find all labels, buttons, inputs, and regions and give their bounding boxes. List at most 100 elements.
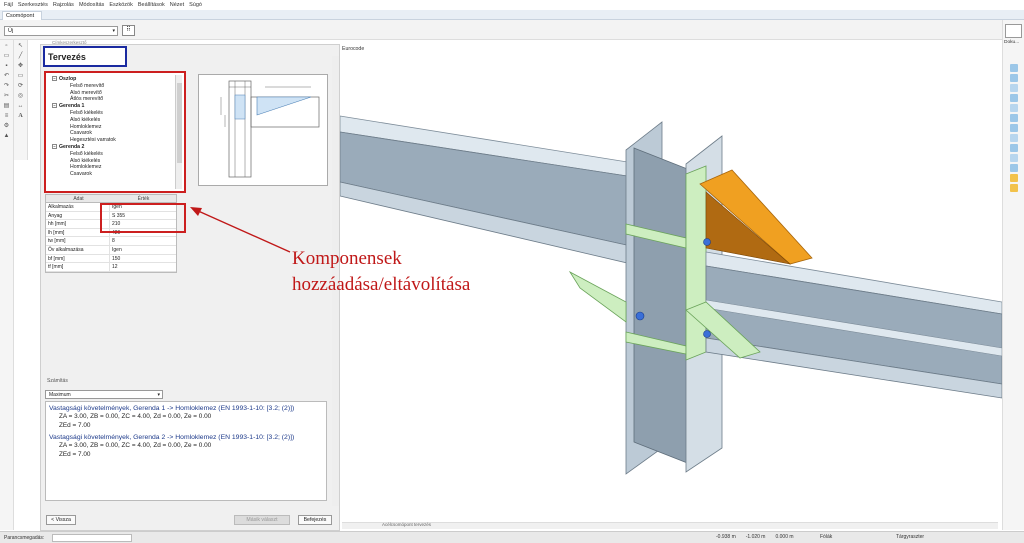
- collapse-icon[interactable]: −: [52, 103, 57, 109]
- command-input[interactable]: [52, 533, 132, 542]
- tree-group[interactable]: − Gerenda 2: [50, 144, 180, 151]
- tree-item-label: Alsó kiékelés: [70, 116, 101, 123]
- tree-item[interactable]: Felső merevítő: [50, 83, 180, 90]
- tree-item[interactable]: Homloklemez: [50, 164, 180, 171]
- measure-icon[interactable]: [1009, 164, 1018, 172]
- pointer-icon[interactable]: ↖: [16, 42, 26, 50]
- snap-toggle[interactable]: Fólák: [820, 534, 832, 540]
- property-value[interactable]: Igen: [110, 246, 176, 254]
- tab-node[interactable]: Csomópont: [2, 11, 42, 20]
- undo-icon[interactable]: ↶: [2, 72, 12, 80]
- tree-item[interactable]: Alsó kiékelés: [50, 117, 180, 124]
- line-icon[interactable]: ╱: [16, 52, 26, 60]
- pan-icon[interactable]: [1009, 94, 1018, 102]
- calc-result-total: ZEd = 7.00: [59, 451, 91, 458]
- folder-icon[interactable]: [1009, 174, 1018, 182]
- rectangle-icon[interactable]: ▭: [16, 72, 26, 80]
- property-value[interactable]: 150: [110, 255, 176, 263]
- table-row[interactable]: tf [mm] 12: [46, 263, 176, 272]
- tree-item-label: Homloklemez: [70, 123, 102, 130]
- table-row[interactable]: bf [mm] 150: [46, 254, 176, 264]
- shade-icon[interactable]: [1009, 134, 1018, 142]
- layers-icon[interactable]: ≡: [2, 112, 12, 120]
- tree-item-label: Felső kiékelés: [70, 150, 103, 157]
- tree-item[interactable]: Alsó kiékelés: [50, 158, 180, 165]
- tree-scrollbar[interactable]: [175, 75, 182, 189]
- menu-file[interactable]: Fájl: [4, 2, 13, 8]
- open-folder-icon[interactable]: ▭: [2, 52, 12, 60]
- menu-help[interactable]: Súgó: [189, 2, 202, 8]
- tree-item[interactable]: Homloklemez: [50, 124, 180, 131]
- table-row[interactable]: tw [mm] 8: [46, 237, 176, 246]
- tree-item-label: Csavarok: [70, 130, 92, 137]
- new-file-icon[interactable]: ▫: [2, 42, 12, 50]
- orbit-icon[interactable]: [1009, 104, 1018, 112]
- menu-settings[interactable]: Beállítások: [138, 2, 165, 8]
- view-tab[interactable]: Acélcsomópont tervezés: [382, 522, 431, 527]
- wire-icon[interactable]: [1009, 144, 1018, 152]
- menu-tools[interactable]: Eszközök: [109, 2, 133, 8]
- grid-dots-button[interactable]: ⠿: [122, 25, 135, 36]
- tree-item-label: Gerenda 2: [59, 143, 85, 150]
- document-button[interactable]: [1005, 24, 1022, 38]
- tree-item[interactable]: Átlós merevítő: [50, 96, 180, 103]
- save-icon[interactable]: ▪: [2, 62, 12, 70]
- finish-button[interactable]: Befejezés: [298, 515, 332, 525]
- menu-view[interactable]: Nézet: [170, 2, 184, 8]
- redo-icon[interactable]: ↷: [2, 82, 12, 90]
- menu-modify[interactable]: Módosítás: [79, 2, 104, 8]
- zoom-icon[interactable]: [1009, 84, 1018, 92]
- calc-result-heading: Vastagsági követelmények, Gerenda 1 -> H…: [49, 405, 295, 412]
- move-icon[interactable]: ✥: [16, 62, 26, 70]
- tree-item-label: Átlós merevítő: [70, 96, 104, 103]
- object-snap-toggle[interactable]: Tárgyraszter: [896, 534, 924, 540]
- fit-icon[interactable]: [1009, 114, 1018, 122]
- collapse-icon[interactable]: −: [52, 144, 57, 150]
- settings-icon[interactable]: ⚙: [2, 122, 12, 130]
- tree-item[interactable]: Csavarok: [50, 130, 180, 137]
- circle-icon[interactable]: ◎: [16, 92, 26, 100]
- app-window: Fájl Szerkesztés Rajzolás Módosítás Eszk…: [0, 0, 1024, 543]
- tree-group[interactable]: − Oszlop: [50, 76, 180, 83]
- annotation-line-2: hozzáadása/eltávolítása: [292, 274, 471, 295]
- refresh-icon[interactable]: [1009, 124, 1018, 132]
- cut-icon[interactable]: ✂: [2, 92, 12, 100]
- calc-mode-select[interactable]: Maximum ▾: [45, 390, 163, 399]
- view-icon[interactable]: [1009, 74, 1018, 82]
- tree-item[interactable]: Hegesztési varratok: [50, 137, 180, 144]
- calc-results: Vastagsági követelmények, Gerenda 1 -> H…: [45, 401, 327, 501]
- tree-group[interactable]: − Gerenda 1: [50, 103, 180, 110]
- properties-highlight-box: [100, 203, 186, 233]
- calc-result-values: ZA = 3.00, ZB = 0.00, ZC = 4.00, Zd = 0.…: [59, 413, 212, 420]
- dimension-icon[interactable]: ↔: [16, 102, 26, 110]
- coord-y: -1.020 m: [745, 534, 766, 540]
- chevron-down-icon: ▾: [112, 28, 115, 34]
- tree-item[interactable]: Felső kiékelés: [50, 151, 180, 158]
- chevron-down-icon: ▾: [157, 392, 160, 398]
- property-value[interactable]: 12: [110, 263, 176, 271]
- back-button[interactable]: < Vissza: [46, 515, 76, 525]
- select-other-button[interactable]: Másik választ: [234, 515, 290, 525]
- layer-icon[interactable]: [1009, 64, 1018, 72]
- table-row[interactable]: Öv alkalmazása Igen: [46, 245, 176, 255]
- view-scrollbar[interactable]: [342, 522, 998, 529]
- component-tree[interactable]: − Oszlop Felső merevítő Alsó merevítő Átlós …: [44, 71, 186, 193]
- preview-drawing: [220, 80, 320, 178]
- paint-icon[interactable]: ▲: [2, 132, 12, 140]
- text-icon[interactable]: A: [16, 112, 26, 120]
- tree-item-label: Oszlop: [59, 76, 77, 82]
- left-toolbar: ▫ ▭ ▪ ↶ ↷ ✂ ▤ ≡ ⚙ ▲: [0, 40, 14, 530]
- node-select[interactable]: Új ▾: [4, 26, 118, 36]
- property-value[interactable]: 8: [110, 237, 176, 245]
- rotate-icon[interactable]: ⟳: [16, 82, 26, 90]
- coord-z: 0.000 m: [775, 534, 794, 540]
- menu-draw[interactable]: Rajzolás: [53, 2, 74, 8]
- print-icon[interactable]: ▤: [2, 102, 12, 110]
- menu-edit[interactable]: Szerkesztés: [18, 2, 48, 8]
- tree-scroll-thumb[interactable]: [177, 83, 182, 163]
- tree-item[interactable]: Csavarok: [50, 171, 180, 178]
- collapse-icon[interactable]: −: [52, 76, 57, 82]
- tree-item[interactable]: Felső kiékelés: [50, 110, 180, 117]
- section-icon[interactable]: [1009, 154, 1018, 162]
- folder-icon[interactable]: [1009, 184, 1018, 192]
